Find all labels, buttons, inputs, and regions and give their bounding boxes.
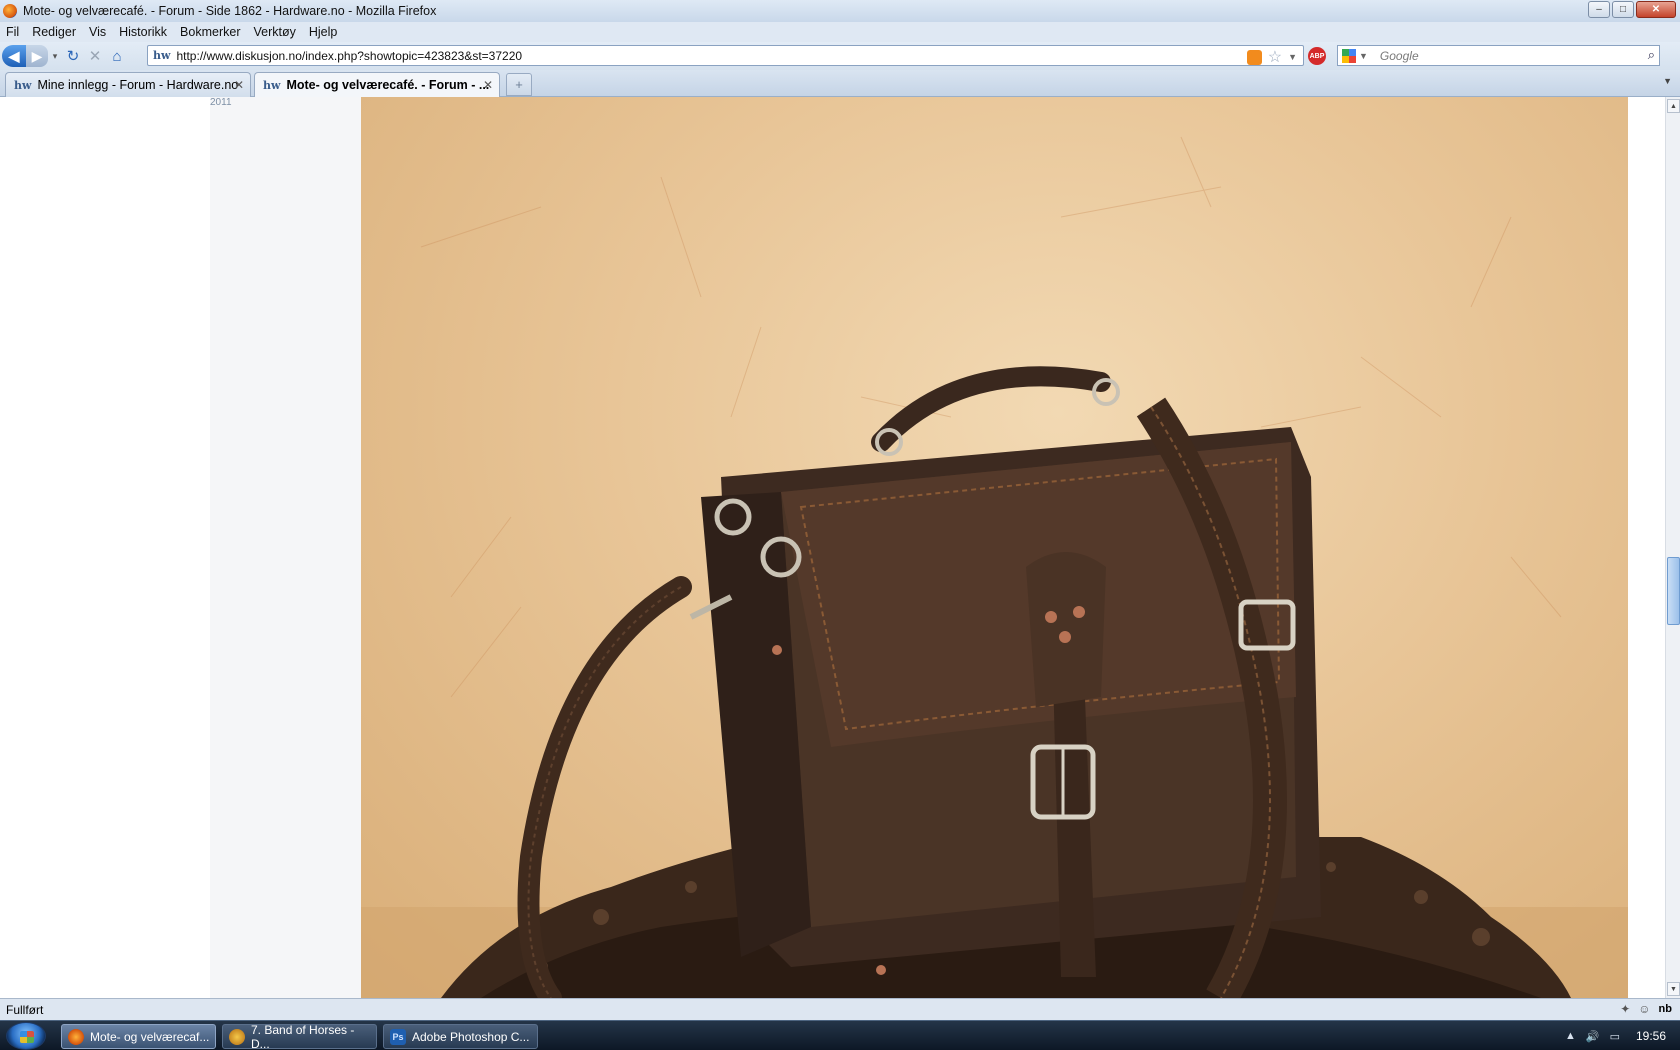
post-year: 2011 (210, 97, 232, 108)
tab-strip: hw Mine innlegg - Forum - Hardware.no ✕ … (0, 70, 1680, 97)
windows-taskbar: Mote- og velværecaf... 7. Band of Horses… (0, 1020, 1680, 1050)
stop-icon[interactable]: ✕ (84, 45, 106, 67)
reload-icon[interactable]: ↻ (62, 45, 84, 67)
menu-bookmarks[interactable]: Bokmerker (180, 25, 240, 39)
taskbar-item-label: 7. Band of Horses - D... (251, 1022, 355, 1050)
taskbar-item-music[interactable]: 7. Band of Horses - D... (222, 1022, 377, 1050)
close-button[interactable]: ✕ (1636, 1, 1676, 18)
search-icon[interactable]: ⌕ (1648, 47, 1655, 63)
scroll-up-arrow-icon[interactable]: ▲ (1667, 99, 1680, 113)
photoshop-icon: Ps (390, 1028, 406, 1045)
google-engine-icon[interactable] (1342, 48, 1356, 63)
music-player-icon (229, 1028, 245, 1045)
scrollbar-thumb[interactable] (1667, 557, 1680, 625)
navigation-toolbar: ◀ ▶ ▾ ↻ ✕ ⌂ hw http://www.diskusjon.no/i… (0, 42, 1680, 70)
list-all-tabs-icon[interactable]: ▼ (1663, 76, 1672, 86)
tab-favicon-icon: hw (14, 78, 32, 92)
addon-bar-icon[interactable]: ✦ (1620, 1002, 1630, 1016)
taskbar-item-label: Adobe Photoshop C... (412, 1029, 530, 1044)
tab-favicon-icon: hw (263, 78, 281, 92)
url-bar[interactable]: hw http://www.diskusjon.no/index.php?sho… (147, 45, 1304, 66)
post-author-column (210, 97, 361, 998)
url-bar-icons: ☆ ▼ (1246, 47, 1297, 67)
firefox-icon (3, 4, 17, 18)
clock[interactable]: 19:56 (1636, 1029, 1666, 1043)
show-hidden-icons-icon[interactable]: ▲ (1565, 1030, 1576, 1042)
title-bar: Mote- og velværecafé. - Forum - Side 186… (0, 0, 1680, 22)
greasemonkey-icon[interactable]: ☺ (1638, 1002, 1650, 1016)
history-dropdown-icon[interactable]: ▾ (48, 45, 62, 67)
tab-close-icon[interactable]: ✕ (234, 78, 244, 92)
status-bar: Fullført ✦ ☺ nb (0, 998, 1680, 1020)
leather-satchel-illustration (361, 136, 1628, 998)
new-tab-button[interactable]: + (506, 73, 532, 96)
forward-button[interactable]: ▶ (26, 45, 48, 67)
tab-mine-innlegg[interactable]: hw Mine innlegg - Forum - Hardware.no ✕ (5, 72, 251, 97)
adblock-plus-icon[interactable]: ABP (1308, 47, 1326, 65)
home-icon[interactable]: ⌂ (106, 45, 128, 67)
network-icon[interactable]: ▭ (1610, 1030, 1620, 1043)
vertical-scrollbar[interactable]: ▲ ▼ (1665, 97, 1680, 998)
page-content: 2011 (0, 97, 1665, 998)
maximize-button[interactable]: □ (1612, 1, 1634, 18)
post-image[interactable] (361, 97, 1628, 998)
volume-icon[interactable]: 🔊 (1586, 1030, 1600, 1043)
window-controls: – □ ✕ (1588, 1, 1676, 18)
menu-view[interactable]: Vis (89, 25, 106, 39)
taskbar-item-label: Mote- og velværecaf... (90, 1029, 210, 1044)
menu-file[interactable]: Fil (6, 25, 19, 39)
start-button[interactable] (6, 1022, 46, 1050)
menu-tools[interactable]: Verktøy (253, 25, 295, 39)
language-indicator[interactable]: nb (1659, 1003, 1672, 1015)
scroll-down-arrow-icon[interactable]: ▼ (1667, 982, 1680, 996)
status-icons: ✦ ☺ nb (1620, 1002, 1672, 1016)
url-dropdown-icon[interactable]: ▼ (1288, 52, 1297, 62)
site-favicon-icon: hw (153, 49, 171, 62)
menu-help[interactable]: Hjelp (309, 25, 338, 39)
url-text[interactable]: http://www.diskusjon.no/index.php?showto… (176, 49, 522, 63)
left-margin (0, 97, 210, 998)
search-bar[interactable]: ▼ Google ⌕ (1337, 45, 1660, 66)
right-margin (1628, 97, 1665, 998)
menu-bar: Fil Rediger Vis Historikk Bokmerker Verk… (0, 22, 1680, 42)
menu-history[interactable]: Historikk (119, 25, 167, 39)
taskbar-item-firefox[interactable]: Mote- og velværecaf... (61, 1024, 216, 1049)
search-engine-dropdown-icon[interactable]: ▼ (1359, 51, 1368, 61)
minimize-button[interactable]: – (1588, 1, 1610, 18)
taskbar-item-photoshop[interactable]: Ps Adobe Photoshop C... (383, 1024, 538, 1049)
tab-label: Mine innlegg - Forum - Hardware.no (37, 78, 239, 92)
search-input[interactable]: Google (1380, 49, 1419, 63)
tab-close-icon[interactable]: ✕ (483, 78, 493, 92)
menu-edit[interactable]: Rediger (32, 25, 76, 39)
back-button[interactable]: ◀ (2, 45, 26, 67)
rss-feed-icon[interactable] (1246, 49, 1262, 65)
window-title: Mote- og velværecafé. - Forum - Side 186… (23, 4, 437, 18)
tab-label: Mote- og velværecafé. - Forum - ... (286, 78, 490, 92)
bookmark-star-icon[interactable]: ☆ (1268, 47, 1282, 67)
tab-mote-og-velvaerecafe[interactable]: hw Mote- og velværecafé. - Forum - ... ✕ (254, 72, 500, 97)
firefox-icon (68, 1028, 84, 1045)
status-text: Fullført (6, 1002, 44, 1017)
